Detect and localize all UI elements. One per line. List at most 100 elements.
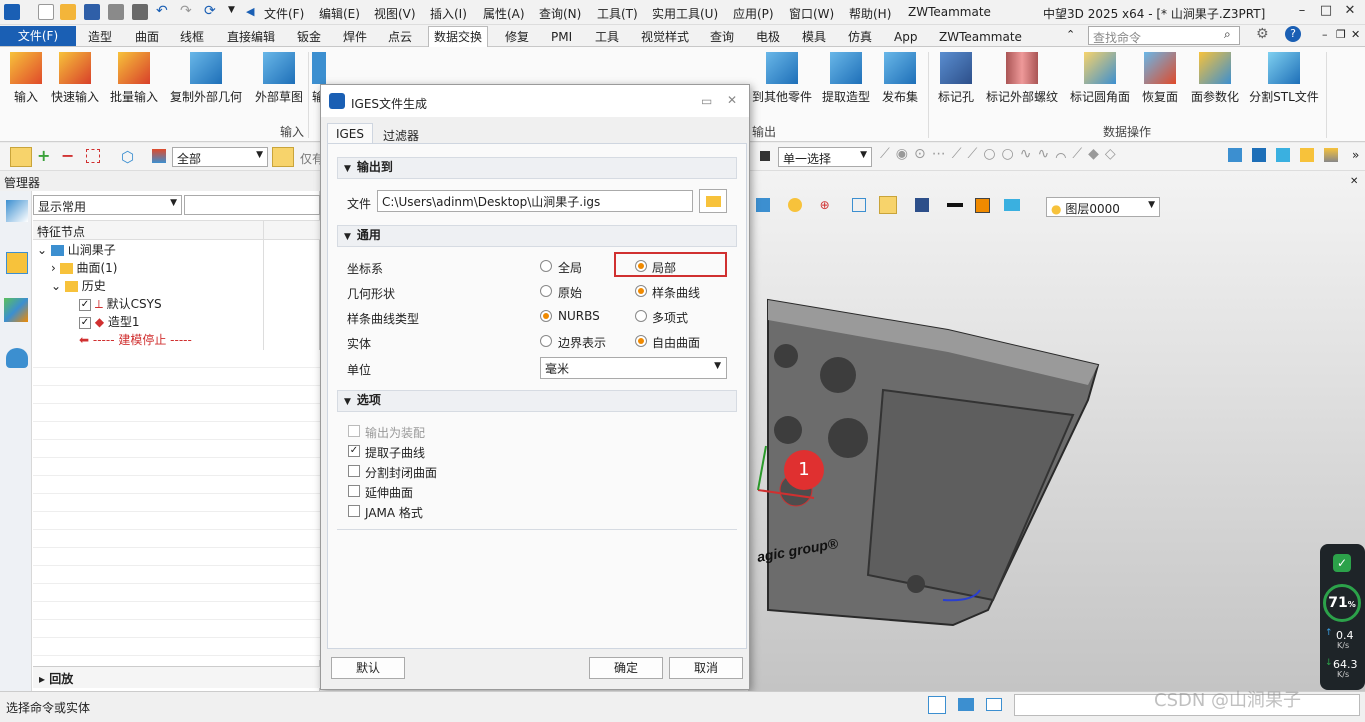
expand-chevron-icon[interactable]: › bbox=[51, 261, 56, 275]
menu-query[interactable]: 查询(N) bbox=[539, 5, 581, 22]
print-preview-icon[interactable] bbox=[132, 4, 148, 20]
menu-window[interactable]: 窗口(W) bbox=[789, 5, 834, 22]
spline-polynomial-radio[interactable] bbox=[635, 310, 647, 322]
select-arrow-icon[interactable] bbox=[10, 147, 32, 167]
section-options[interactable]: ▼ 选项 bbox=[337, 390, 737, 412]
more-tools-icon[interactable]: » bbox=[1352, 148, 1359, 162]
replay-footer[interactable]: ▸ 回放 bbox=[33, 666, 320, 688]
refresh-icon[interactable]: ⟳ bbox=[204, 3, 216, 19]
doc-restore-button[interactable]: ❐ bbox=[1336, 28, 1346, 41]
visibility-checkbox[interactable]: ✓ bbox=[79, 316, 91, 329]
ribbon-copy-external-button[interactable]: 复制外部几何 bbox=[168, 52, 244, 105]
doc-minimize-button[interactable]: – bbox=[1322, 28, 1328, 41]
transparent-box-icon[interactable] bbox=[1276, 148, 1290, 162]
menu-utilities[interactable]: 实用工具(U) bbox=[652, 5, 718, 22]
save-icon[interactable] bbox=[84, 4, 100, 20]
tree-node-history[interactable]: ⌄ 历史 bbox=[51, 277, 106, 295]
grid-view-icon[interactable] bbox=[879, 196, 898, 214]
menu-help[interactable]: 帮助(H) bbox=[849, 5, 891, 22]
output-assembly-checkbox[interactable] bbox=[348, 425, 360, 437]
user-icon[interactable] bbox=[6, 348, 28, 368]
tab-zwteammate[interactable]: ZWTeammate bbox=[934, 27, 1027, 47]
cancel-button[interactable]: 取消 bbox=[669, 657, 743, 679]
collapse-chevron-icon[interactable]: ⌄ bbox=[37, 243, 47, 257]
color-swatch-icon[interactable] bbox=[974, 197, 990, 213]
tree-node-stop[interactable]: ⬅ ----- 建模停止 ----- bbox=[79, 331, 192, 349]
close-button[interactable]: ✕ bbox=[1340, 3, 1360, 21]
solid-box-icon[interactable] bbox=[1252, 148, 1266, 162]
ribbon-quick-import-button[interactable]: 快速输入 bbox=[50, 52, 100, 105]
collapse-chevron-icon[interactable]: ⌄ bbox=[51, 279, 61, 293]
menu-tools[interactable]: 工具(T) bbox=[597, 5, 638, 22]
command-search-input[interactable]: 查找命令 bbox=[1088, 26, 1240, 45]
tab-tools[interactable]: 工具 bbox=[590, 27, 624, 47]
polygon-select-icon[interactable]: ⬡ bbox=[121, 148, 134, 166]
dialog-tab-iges[interactable]: IGES bbox=[327, 123, 373, 144]
ribbon-mark-thread-button[interactable]: 标记外部螺纹 bbox=[984, 52, 1060, 105]
ribbon-to-other-part-button[interactable]: 到其他零件 bbox=[752, 52, 812, 105]
remove-icon[interactable]: − bbox=[61, 146, 74, 165]
ribbon-split-stl-button[interactable]: 分割STL文件 bbox=[1248, 52, 1320, 105]
filter-icon[interactable] bbox=[152, 149, 166, 163]
solid-brep-radio[interactable] bbox=[540, 335, 552, 347]
tab-app[interactable]: App bbox=[889, 27, 922, 47]
jama-format-checkbox[interactable] bbox=[348, 505, 360, 517]
tab-data-exchange[interactable]: 数据交换 bbox=[428, 26, 489, 47]
default-button[interactable]: 默认 bbox=[331, 657, 405, 679]
search-icon[interactable]: ⌕ bbox=[1224, 27, 1231, 42]
settings-gear-icon[interactable]: ⚙ bbox=[1256, 26, 1269, 42]
open-folder-icon[interactable] bbox=[60, 4, 76, 20]
display-icon[interactable] bbox=[915, 198, 930, 212]
geometry-original-radio[interactable] bbox=[540, 285, 552, 297]
select-mode-combo[interactable]: 单一选择 ▼ bbox=[778, 147, 872, 167]
layer-combo[interactable]: ● 图层0000 ▼ bbox=[1046, 197, 1160, 217]
box-select-icon[interactable] bbox=[86, 149, 100, 163]
tree-node-surface[interactable]: › 曲面(1) bbox=[51, 259, 117, 277]
render-mode-icon[interactable] bbox=[787, 198, 802, 212]
manager-search-input[interactable] bbox=[184, 195, 320, 215]
view-orient-icon[interactable] bbox=[756, 198, 770, 212]
extend-surface-checkbox[interactable] bbox=[348, 485, 360, 497]
visibility-checkbox[interactable]: ✓ bbox=[79, 298, 91, 311]
geometry-spline-radio[interactable] bbox=[635, 285, 647, 297]
ribbon-mark-hole-button[interactable]: 标记孔 bbox=[936, 52, 976, 105]
split-closed-surface-checkbox[interactable] bbox=[348, 465, 360, 477]
ribbon-mark-fillet-button[interactable]: 标记圆角面 bbox=[1068, 52, 1132, 105]
tab-direct-edit[interactable]: 直接编辑 bbox=[222, 27, 280, 47]
collapse-ribbon-icon[interactable]: ⌃ bbox=[1066, 28, 1075, 41]
tab-electrode[interactable]: 电极 bbox=[751, 27, 785, 47]
ribbon-restore-face-button[interactable]: 恢复面 bbox=[1140, 52, 1180, 105]
add-icon[interactable]: + bbox=[37, 146, 50, 165]
layer-stack-icon[interactable] bbox=[1003, 199, 1020, 211]
tab-modeling[interactable]: 造型 bbox=[83, 27, 117, 47]
filter-combo[interactable]: 全部 ▼ bbox=[172, 147, 268, 167]
status-screen-icon[interactable] bbox=[958, 698, 974, 711]
ribbon-external-sketch-button[interactable]: 外部草图 bbox=[252, 52, 306, 105]
ribbon-extract-shape-button[interactable]: 提取造型 bbox=[820, 52, 872, 105]
tab-query[interactable]: 查询 bbox=[705, 27, 739, 47]
minimize-button[interactable]: – bbox=[1292, 3, 1312, 21]
line-style-icon[interactable] bbox=[947, 203, 964, 207]
tab-surface[interactable]: 曲面 bbox=[130, 27, 164, 47]
menu-view[interactable]: 视图(V) bbox=[374, 5, 416, 22]
menu-insert[interactable]: 插入(I) bbox=[430, 5, 467, 22]
dialog-tab-filter[interactable]: 过滤器 bbox=[383, 127, 419, 144]
print-icon[interactable] bbox=[108, 4, 124, 20]
csys-global-radio[interactable] bbox=[540, 260, 552, 272]
menu-file[interactable]: 文件(F) bbox=[264, 5, 304, 22]
tree-node-csys[interactable]: ✓ ⟂ 默认CSYS bbox=[79, 295, 162, 313]
redo-icon[interactable]: ↷ bbox=[180, 3, 192, 19]
extract-subcurve-checkbox[interactable]: ✓ bbox=[348, 445, 360, 457]
maximize-button[interactable]: □ bbox=[1316, 3, 1336, 21]
tab-pmi[interactable]: PMI bbox=[546, 27, 577, 47]
section-output[interactable]: ▼ 输出到 bbox=[337, 157, 737, 179]
ribbon-import-button[interactable]: 输入 bbox=[8, 52, 44, 105]
display-filter-combo[interactable]: 显示常用 ▼ bbox=[33, 195, 182, 215]
status-panel-icon[interactable] bbox=[928, 696, 946, 714]
menu-apps[interactable]: 应用(P) bbox=[733, 5, 774, 22]
undo-icon[interactable]: ↶ bbox=[156, 3, 168, 19]
view-cube-icon[interactable] bbox=[1228, 148, 1242, 162]
qa-more-icon[interactable]: ▼ bbox=[228, 5, 235, 15]
tab-wireframe[interactable]: 线框 bbox=[175, 27, 209, 47]
snap-target-icon[interactable]: ⊕ bbox=[820, 198, 830, 212]
